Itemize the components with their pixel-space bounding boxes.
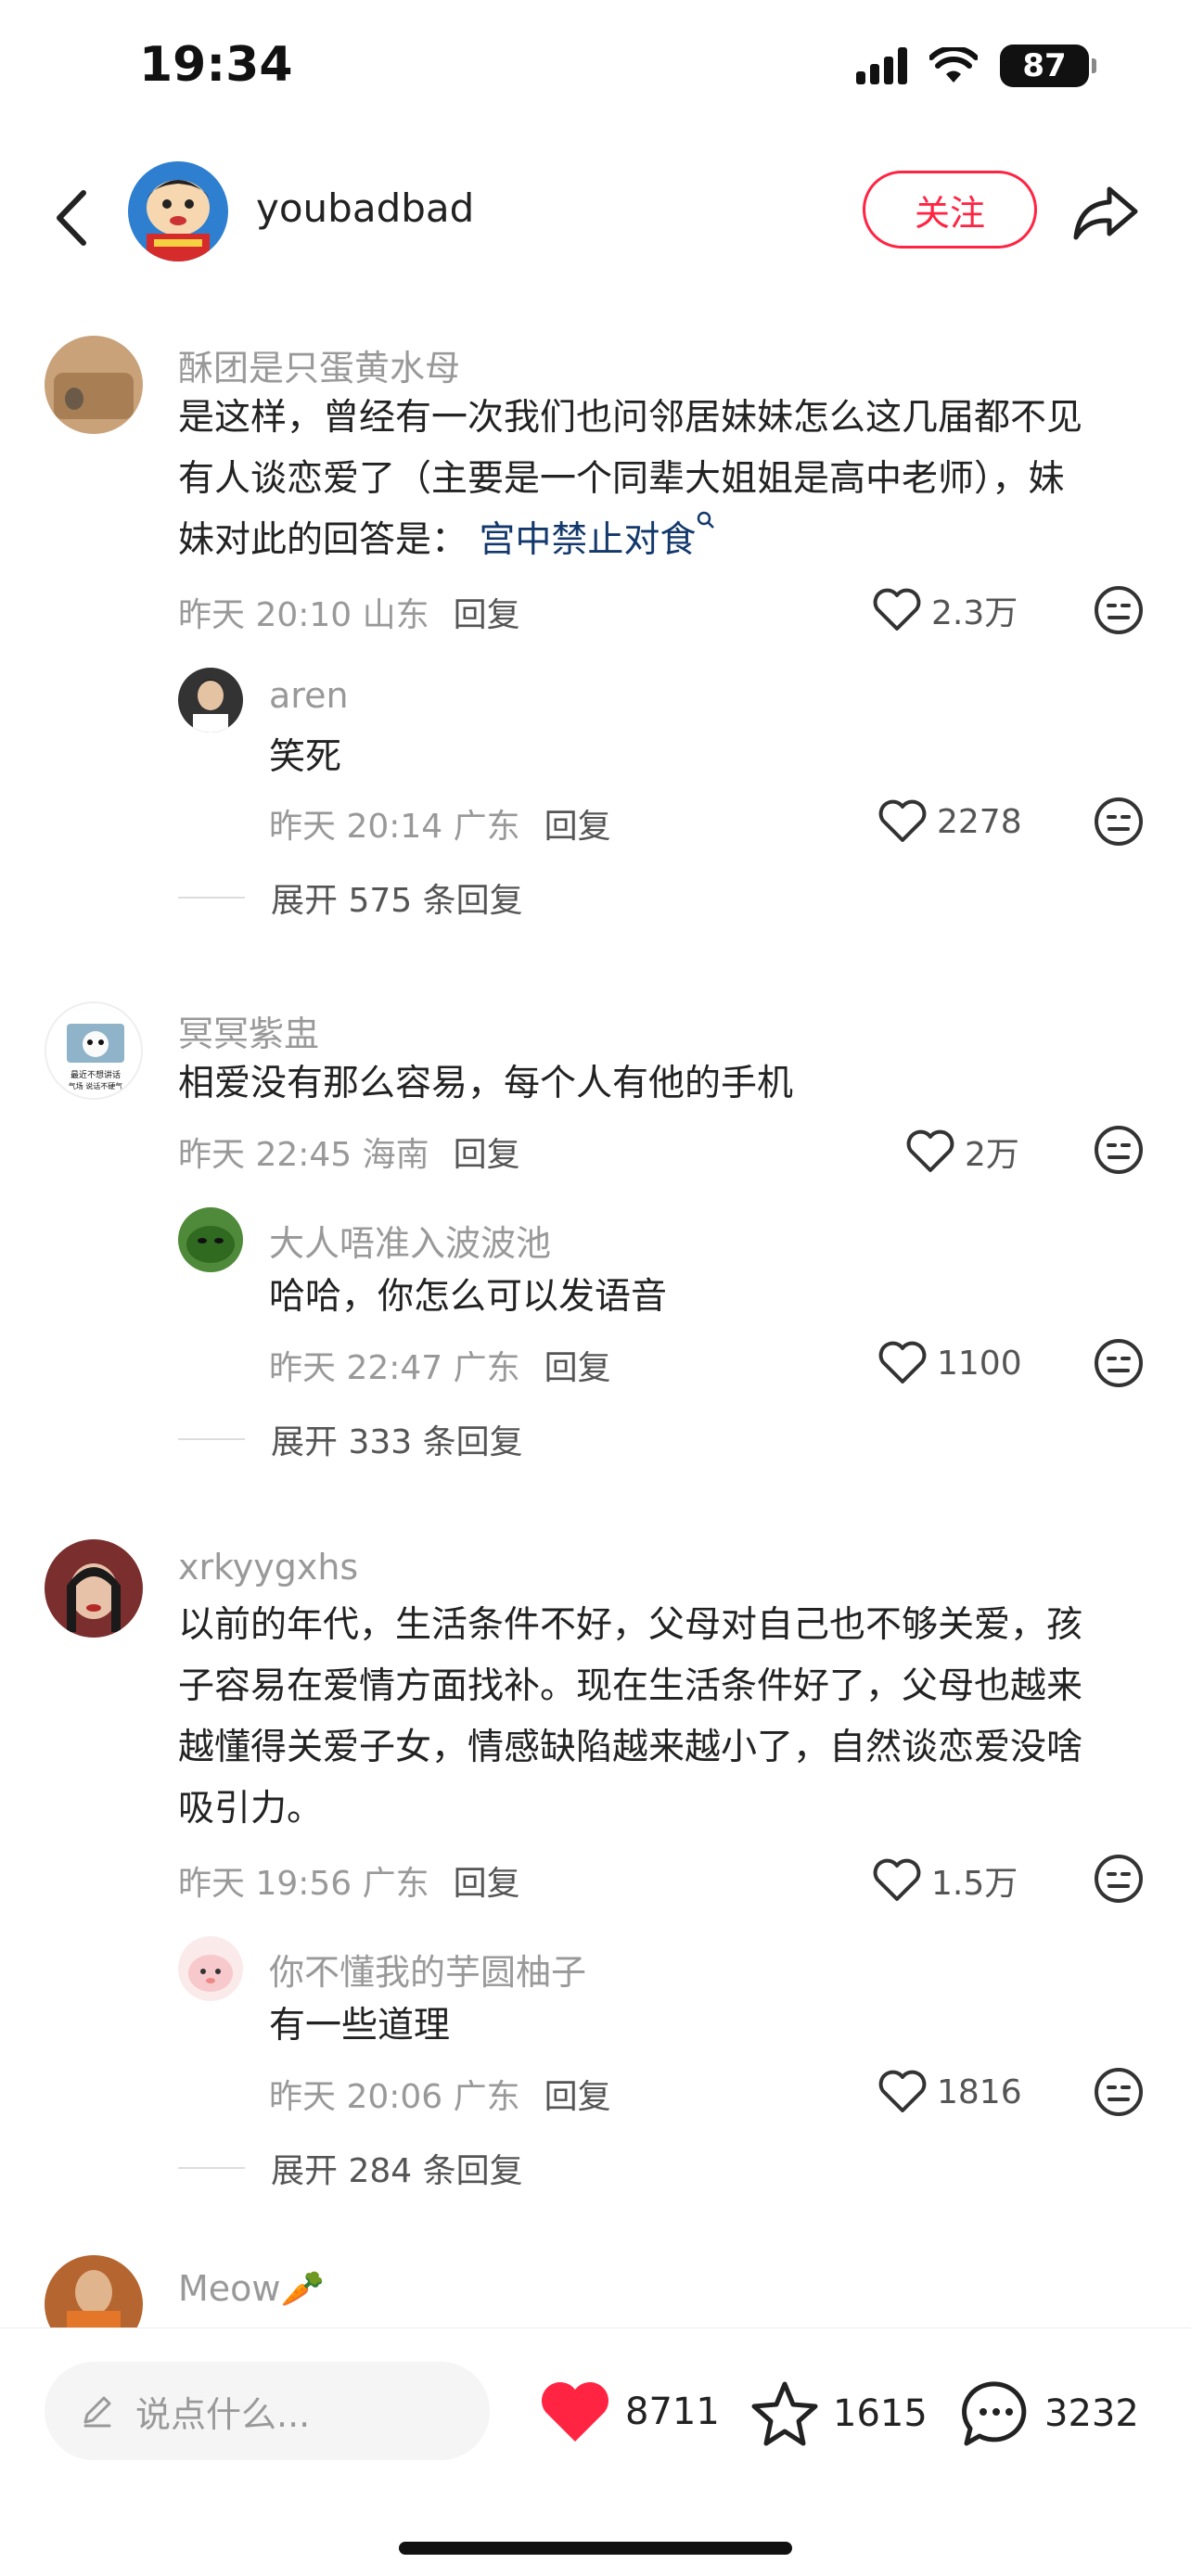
star-icon <box>751 2381 818 2446</box>
comment-time-location: 昨天 20:10 山东 <box>178 596 429 634</box>
reply-button[interactable]: 回复 <box>544 808 611 846</box>
post-comments-button[interactable]: 3232 <box>961 2378 1139 2449</box>
comment-time-location: 昨天 19:56 广东 <box>178 1865 429 1903</box>
reply-username[interactable]: aren <box>269 675 349 716</box>
cellular-signal-icon <box>856 47 907 84</box>
emoji-reaction-icon[interactable] <box>1093 584 1145 636</box>
reply-button[interactable]: 回复 <box>454 1865 520 1903</box>
reply-text: 有一些道理 <box>269 2005 451 2047</box>
comment-text: 以前的年代，生活条件不好，父母对自己也不够关爱，孩 子容易在爱情方面找补。现在生… <box>178 1604 1083 1830</box>
bottom-action-bar: 说点什么... 8711 1615 3232 <box>0 2327 1191 2576</box>
reply-meta: 昨天 20:14 广东 回复 <box>269 799 611 848</box>
emoji-reaction-icon[interactable] <box>1093 1853 1145 1905</box>
like-button[interactable]: 2278 <box>877 799 1022 844</box>
commenter-avatar[interactable] <box>45 1539 143 1638</box>
like-button[interactable]: 2万 <box>905 1128 1019 1176</box>
comment-text: 相爱没有那么容易，每个人有他的手机 <box>178 1063 794 1104</box>
search-icon[interactable] <box>696 510 716 530</box>
reply-button[interactable]: 回复 <box>544 1349 611 1387</box>
heart-icon <box>878 799 927 842</box>
comment-input-placeholder: 说点什么... <box>135 2393 311 2435</box>
reply-text: 哈哈，你怎么可以发语音 <box>269 1276 668 1318</box>
heart-icon <box>878 1341 927 1384</box>
comment-meta: 昨天 22:45 海南 回复 <box>178 1128 520 1176</box>
author-avatar[interactable] <box>128 161 228 261</box>
follow-button[interactable]: 关注 <box>863 171 1037 249</box>
wifi-icon <box>929 47 978 83</box>
reply-meta: 昨天 20:06 广东 回复 <box>269 2070 611 2118</box>
reply-time-location: 昨天 20:06 广东 <box>269 2078 520 2116</box>
svg-text:最近不想讲话: 最近不想讲话 <box>70 1069 121 1080</box>
heart-filled-icon <box>542 2382 608 2442</box>
status-icons: 87 <box>856 45 1096 87</box>
expand-replies-button[interactable]: 展开 575 条回复 <box>178 874 523 922</box>
home-indicator[interactable] <box>399 2542 792 2555</box>
heart-icon <box>873 588 921 631</box>
reply-avatar[interactable] <box>178 1936 243 2001</box>
pencil-icon <box>83 2396 111 2428</box>
back-arrow-icon[interactable] <box>45 185 100 250</box>
reply-avatar[interactable] <box>178 668 243 733</box>
reply-button[interactable]: 回复 <box>544 2078 611 2116</box>
commenter-name[interactable]: 冥冥紫盅 <box>178 1005 319 1056</box>
commenter-avatar[interactable]: 最近不想讲话 气场 说话不硬气 <box>45 1001 143 1100</box>
comment-input[interactable]: 说点什么... <box>45 2362 490 2460</box>
comment-meta: 昨天 19:56 广东 回复 <box>178 1856 520 1905</box>
post-favorite-button[interactable]: 1615 <box>749 2378 928 2449</box>
search-link[interactable]: 宫中禁止对食 <box>479 519 696 561</box>
reply-time-location: 昨天 22:47 广东 <box>269 1349 520 1387</box>
heart-icon <box>873 1858 921 1901</box>
emoji-reaction-icon[interactable] <box>1093 1337 1145 1389</box>
comment-bubble-icon <box>962 2381 1027 2446</box>
svg-text:气场 说话不硬气: 气场 说话不硬气 <box>69 1081 123 1090</box>
commenter-avatar[interactable] <box>45 336 143 434</box>
like-button[interactable]: 1100 <box>877 1341 1022 1385</box>
heart-icon <box>878 2070 927 2112</box>
comment-time-location: 昨天 22:45 海南 <box>178 1136 429 1174</box>
reply-username[interactable]: 你不懂我的芋圆柚子 <box>269 1944 586 1995</box>
share-icon[interactable] <box>1069 176 1143 250</box>
commenter-name[interactable]: Meow🥕 <box>178 2268 325 2310</box>
reply-time-location: 昨天 20:14 广东 <box>269 808 520 846</box>
reply-button[interactable]: 回复 <box>454 596 520 634</box>
post-like-button[interactable]: 8711 <box>538 2378 720 2445</box>
reply-username[interactable]: 大人唔准入波波池 <box>269 1215 551 1266</box>
expand-replies-button[interactable]: 展开 333 条回复 <box>178 1415 523 1463</box>
emoji-reaction-icon[interactable] <box>1093 796 1145 848</box>
comment-meta: 昨天 20:10 山东 回复 <box>178 588 520 636</box>
post-header: youbadbad 关注 <box>0 148 1191 278</box>
commenter-name[interactable]: 酥团是只蛋黄水母 <box>178 339 460 390</box>
like-button[interactable]: 1816 <box>877 2070 1022 2114</box>
heart-icon <box>906 1129 954 1172</box>
emoji-reaction-icon[interactable] <box>1093 2066 1145 2118</box>
status-bar: 19:34 87 <box>0 0 1191 139</box>
reply-meta: 昨天 22:47 广东 回复 <box>269 1341 611 1389</box>
reply-avatar[interactable] <box>178 1207 243 1272</box>
like-button[interactable]: 1.5万 <box>872 1856 1018 1905</box>
like-button[interactable]: 2.3万 <box>872 586 1018 634</box>
comment-text: 是这样，曾经有一次我们也问邻居妹妹怎么这几届都不见 有人谈恋爱了（主要是一个同辈… <box>178 397 1083 561</box>
battery-indicator: 87 <box>1000 45 1096 87</box>
expand-replies-button[interactable]: 展开 284 条回复 <box>178 2144 523 2192</box>
emoji-reaction-icon[interactable] <box>1093 1124 1145 1176</box>
commenter-name[interactable]: xrkyygxhs <box>178 1547 358 1588</box>
status-time: 19:34 <box>139 37 293 93</box>
author-username[interactable]: youbadbad <box>256 185 474 231</box>
reply-text: 笑死 <box>269 736 342 778</box>
reply-button[interactable]: 回复 <box>454 1136 520 1174</box>
